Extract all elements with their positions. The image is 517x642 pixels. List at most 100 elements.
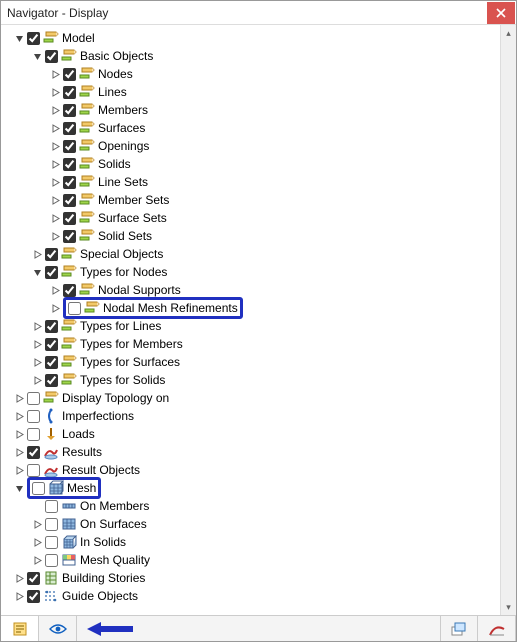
visibility-checkbox[interactable] bbox=[63, 284, 76, 297]
tree-item-guide_objects[interactable]: Guide Objects bbox=[5, 587, 498, 605]
tree-item-mesh_quality[interactable]: Mesh Quality bbox=[5, 551, 498, 569]
tab-results[interactable] bbox=[478, 616, 516, 641]
visibility-checkbox[interactable] bbox=[63, 86, 76, 99]
tree-item-surface_sets[interactable]: Surface Sets bbox=[5, 209, 498, 227]
visibility-checkbox[interactable] bbox=[68, 302, 81, 315]
visibility-checkbox[interactable] bbox=[32, 482, 45, 495]
visibility-checkbox[interactable] bbox=[27, 410, 40, 423]
tree-item-mesh_in_solids[interactable]: In Solids bbox=[5, 533, 498, 551]
tree-item-mesh_on_members[interactable]: On Members bbox=[5, 497, 498, 515]
expand-toggle[interactable] bbox=[51, 304, 63, 313]
visibility-checkbox[interactable] bbox=[45, 248, 58, 261]
expand-toggle[interactable] bbox=[33, 268, 45, 277]
visibility-checkbox[interactable] bbox=[27, 428, 40, 441]
visibility-checkbox[interactable] bbox=[45, 320, 58, 333]
expand-toggle[interactable] bbox=[51, 106, 63, 115]
tree-item-model[interactable]: Model bbox=[5, 29, 498, 47]
expand-toggle[interactable] bbox=[51, 286, 63, 295]
expand-toggle[interactable] bbox=[15, 484, 27, 493]
visibility-checkbox[interactable] bbox=[63, 194, 76, 207]
visibility-checkbox[interactable] bbox=[45, 50, 58, 63]
expand-toggle[interactable] bbox=[15, 574, 27, 583]
expand-toggle[interactable] bbox=[33, 322, 45, 331]
visibility-checkbox[interactable] bbox=[45, 266, 58, 279]
scroll-track[interactable] bbox=[501, 41, 516, 599]
tree-item-types_for_surfaces[interactable]: Types for Surfaces bbox=[5, 353, 498, 371]
visibility-checkbox[interactable] bbox=[45, 500, 58, 513]
tree-item-display_topology_on[interactable]: Display Topology on bbox=[5, 389, 498, 407]
expand-toggle[interactable] bbox=[51, 142, 63, 151]
scroll-up-button[interactable]: ▴ bbox=[501, 25, 516, 41]
expand-toggle[interactable] bbox=[51, 196, 63, 205]
tree-item-solid_sets[interactable]: Solid Sets bbox=[5, 227, 498, 245]
tab-views[interactable] bbox=[440, 616, 478, 641]
visibility-checkbox[interactable] bbox=[45, 518, 58, 531]
visibility-checkbox[interactable] bbox=[63, 122, 76, 135]
expand-toggle[interactable] bbox=[33, 52, 45, 61]
close-button[interactable] bbox=[487, 2, 515, 24]
visibility-checkbox[interactable] bbox=[27, 392, 40, 405]
visibility-checkbox[interactable] bbox=[45, 356, 58, 369]
tree-item-imperfections[interactable]: Imperfections bbox=[5, 407, 498, 425]
visibility-checkbox[interactable] bbox=[27, 590, 40, 603]
expand-toggle[interactable] bbox=[15, 430, 27, 439]
tab-display[interactable] bbox=[39, 616, 77, 641]
expand-toggle[interactable] bbox=[33, 520, 45, 529]
tree-item-solids[interactable]: Solids bbox=[5, 155, 498, 173]
tree-view[interactable]: ModelBasic ObjectsNodesLinesMembersSurfa… bbox=[1, 25, 500, 615]
tree-item-surfaces[interactable]: Surfaces bbox=[5, 119, 498, 137]
tree-item-types_for_lines[interactable]: Types for Lines bbox=[5, 317, 498, 335]
scroll-down-button[interactable]: ▾ bbox=[501, 599, 516, 615]
expand-toggle[interactable] bbox=[51, 70, 63, 79]
expand-toggle[interactable] bbox=[33, 250, 45, 259]
expand-toggle[interactable] bbox=[15, 34, 27, 43]
visibility-checkbox[interactable] bbox=[63, 68, 76, 81]
visibility-checkbox[interactable] bbox=[45, 536, 58, 549]
visibility-checkbox[interactable] bbox=[63, 140, 76, 153]
tree-item-types_for_members[interactable]: Types for Members bbox=[5, 335, 498, 353]
tree-item-lines[interactable]: Lines bbox=[5, 83, 498, 101]
expand-toggle[interactable] bbox=[15, 412, 27, 421]
expand-toggle[interactable] bbox=[15, 448, 27, 457]
visibility-checkbox[interactable] bbox=[27, 572, 40, 585]
expand-toggle[interactable] bbox=[51, 178, 63, 187]
visibility-checkbox[interactable] bbox=[27, 464, 40, 477]
visibility-checkbox[interactable] bbox=[45, 374, 58, 387]
tree-item-mesh[interactable]: Mesh bbox=[5, 479, 498, 497]
tree-item-nodes[interactable]: Nodes bbox=[5, 65, 498, 83]
tree-item-results[interactable]: Results bbox=[5, 443, 498, 461]
visibility-checkbox[interactable] bbox=[63, 104, 76, 117]
expand-toggle[interactable] bbox=[33, 340, 45, 349]
tree-item-line_sets[interactable]: Line Sets bbox=[5, 173, 498, 191]
tree-item-basic_objects[interactable]: Basic Objects bbox=[5, 47, 498, 65]
expand-toggle[interactable] bbox=[51, 214, 63, 223]
tree-item-members[interactable]: Members bbox=[5, 101, 498, 119]
expand-toggle[interactable] bbox=[15, 466, 27, 475]
expand-toggle[interactable] bbox=[51, 160, 63, 169]
expand-toggle[interactable] bbox=[33, 538, 45, 547]
tree-item-types_for_solids[interactable]: Types for Solids bbox=[5, 371, 498, 389]
visibility-checkbox[interactable] bbox=[63, 230, 76, 243]
visibility-checkbox[interactable] bbox=[63, 158, 76, 171]
expand-toggle[interactable] bbox=[15, 592, 27, 601]
tab-data[interactable] bbox=[1, 616, 39, 641]
tree-item-special_objects[interactable]: Special Objects bbox=[5, 245, 498, 263]
expand-toggle[interactable] bbox=[15, 394, 27, 403]
visibility-checkbox[interactable] bbox=[27, 446, 40, 459]
visibility-checkbox[interactable] bbox=[63, 176, 76, 189]
visibility-checkbox[interactable] bbox=[63, 212, 76, 225]
visibility-checkbox[interactable] bbox=[27, 32, 40, 45]
tree-item-types_for_nodes[interactable]: Types for Nodes bbox=[5, 263, 498, 281]
vertical-scrollbar[interactable]: ▴ ▾ bbox=[500, 25, 516, 615]
expand-toggle[interactable] bbox=[51, 88, 63, 97]
expand-toggle[interactable] bbox=[33, 358, 45, 367]
tree-item-mesh_on_surfaces[interactable]: On Surfaces bbox=[5, 515, 498, 533]
visibility-checkbox[interactable] bbox=[45, 554, 58, 567]
tree-item-nodal_mesh_refinements[interactable]: Nodal Mesh Refinements bbox=[5, 299, 498, 317]
tree-item-member_sets[interactable]: Member Sets bbox=[5, 191, 498, 209]
visibility-checkbox[interactable] bbox=[45, 338, 58, 351]
tree-item-building_stories[interactable]: Building Stories bbox=[5, 569, 498, 587]
tree-item-openings[interactable]: Openings bbox=[5, 137, 498, 155]
expand-toggle[interactable] bbox=[33, 376, 45, 385]
expand-toggle[interactable] bbox=[51, 124, 63, 133]
